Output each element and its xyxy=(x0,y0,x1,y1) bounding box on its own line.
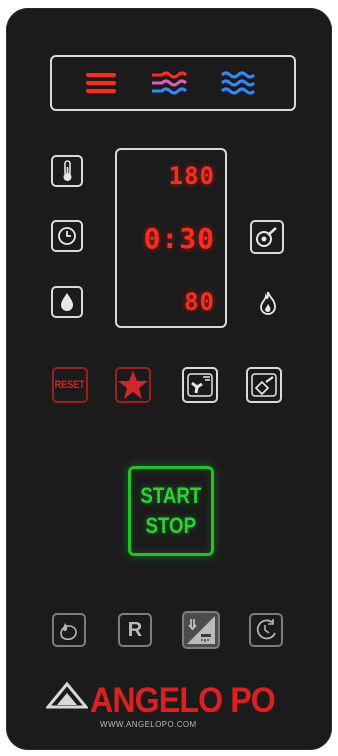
humidity-readout: 80 xyxy=(184,288,215,316)
led-display: 180 0:30 80 xyxy=(115,148,227,328)
stop-label: STOP xyxy=(145,513,197,538)
favorite-programs-button[interactable] xyxy=(115,367,151,403)
humidity-button[interactable] xyxy=(51,286,83,318)
clock-icon xyxy=(58,227,76,245)
temperature-button[interactable] xyxy=(51,155,83,187)
star-icon xyxy=(118,371,148,399)
flame-icon xyxy=(260,291,276,315)
reset-button[interactable]: RESET xyxy=(52,367,88,403)
core-probe-icon xyxy=(256,227,277,247)
water-drop-icon xyxy=(61,293,73,311)
rinse-button[interactable] xyxy=(182,611,220,649)
combi-steam-icon xyxy=(152,71,188,95)
probe-tray-icon xyxy=(251,373,277,397)
convection-mode-button[interactable] xyxy=(84,70,120,101)
brand-name: ANGELO PO xyxy=(90,681,276,720)
recipe-label: R xyxy=(127,618,143,641)
brand-url: WWW.ANGELOPO.COM xyxy=(100,720,197,729)
temperature-readout: 180 xyxy=(168,162,215,190)
brand-logo xyxy=(44,681,90,716)
combi-mode-button[interactable] xyxy=(150,70,188,101)
cleaning-button[interactable] xyxy=(52,613,86,647)
delayed-start-button[interactable] xyxy=(249,613,283,647)
thermometer-icon xyxy=(63,160,72,181)
steam-icon xyxy=(220,71,256,95)
hand-wash-icon xyxy=(60,623,77,641)
probe-settings-button[interactable] xyxy=(246,367,282,403)
time-readout: 0:30 xyxy=(143,222,215,255)
core-probe-button[interactable] xyxy=(250,220,284,254)
start-label: START xyxy=(140,483,202,508)
reset-label: RESET xyxy=(55,379,85,391)
burner-indicator xyxy=(258,290,278,321)
timer-button[interactable] xyxy=(51,220,83,252)
rinse-shower-icon xyxy=(187,616,215,644)
start-stop-button[interactable]: START STOP xyxy=(128,466,214,556)
convection-heat-icon xyxy=(86,73,116,93)
steam-mode-button[interactable] xyxy=(220,70,258,101)
timer-preheat-icon xyxy=(256,619,276,640)
fan-icon xyxy=(187,373,213,397)
angelo-po-logo-icon xyxy=(44,681,90,709)
recipe-button[interactable]: R xyxy=(118,613,152,647)
fan-speed-button[interactable] xyxy=(182,367,218,403)
cooking-mode-selector xyxy=(50,55,296,111)
